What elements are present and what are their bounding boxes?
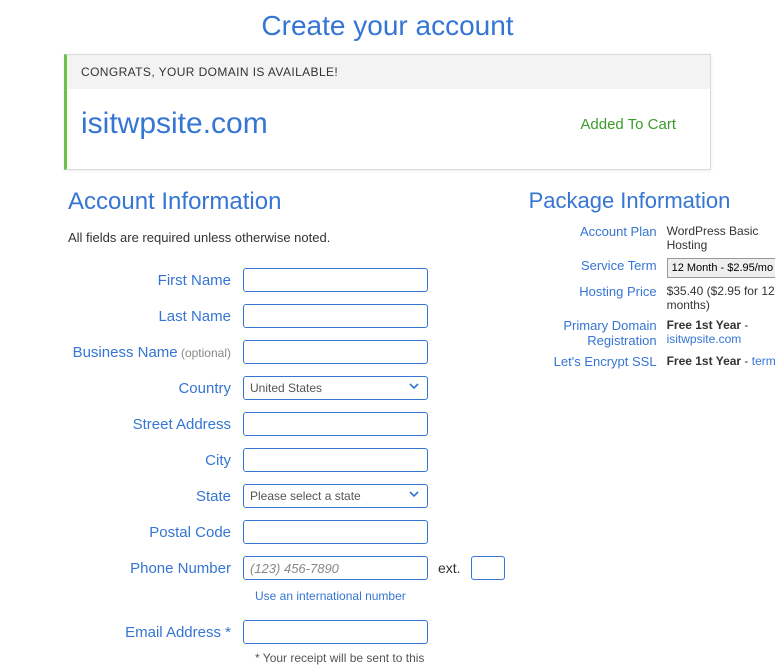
hosting-price-label: Hosting Price [529, 284, 667, 312]
street-label: Street Address [68, 416, 243, 433]
required-fields-note: All fields are required unless otherwise… [68, 230, 505, 245]
account-info-heading: Account Information [68, 188, 505, 216]
phone-label: Phone Number [68, 560, 243, 577]
service-term-select[interactable]: 12 Month - $2.95/mo [667, 258, 775, 278]
last-name-label: Last Name [68, 308, 243, 325]
country-label: Country [68, 380, 243, 397]
ext-label: ext. [438, 560, 461, 576]
city-input[interactable] [243, 448, 428, 472]
phone-input[interactable] [243, 556, 428, 580]
added-to-cart-badge: Added To Cart [580, 116, 696, 133]
ssl-value: Free 1st Year - terms [667, 354, 775, 369]
account-plan-value: WordPress Basic Hosting [667, 224, 775, 252]
ssl-terms-link[interactable]: terms [752, 354, 775, 368]
intl-phone-link[interactable]: Use an international number [255, 589, 406, 603]
hosting-price-value: $35.40 ($2.95 for 12 months) [667, 284, 775, 312]
state-label: State [68, 488, 243, 505]
first-name-input[interactable] [243, 268, 428, 292]
business-name-label: Business Name (optional) [68, 344, 243, 361]
primary-domain-link[interactable]: isitwpsite.com [667, 332, 742, 346]
street-input[interactable] [243, 412, 428, 436]
country-select[interactable]: United States [243, 376, 428, 400]
domain-congrats-banner: CONGRATS, YOUR DOMAIN IS AVAILABLE! [67, 55, 710, 89]
page-title: Create your account [6, 2, 769, 54]
service-term-label: Service Term [529, 258, 667, 278]
primary-domain-label: Primary Domain Registration [529, 318, 667, 348]
domain-availability-card: CONGRATS, YOUR DOMAIN IS AVAILABLE! isit… [64, 54, 711, 170]
account-plan-label: Account Plan [529, 224, 667, 252]
postal-input[interactable] [243, 520, 428, 544]
email-label: Email Address * [68, 624, 243, 641]
phone-ext-input[interactable] [471, 556, 505, 580]
domain-name-text: isitwpsite.com [81, 107, 268, 141]
ssl-label: Let's Encrypt SSL [529, 354, 667, 369]
email-receipt-note: * Your receipt will be sent to this [255, 651, 505, 665]
postal-label: Postal Code [68, 524, 243, 541]
business-name-input[interactable] [243, 340, 428, 364]
primary-domain-value: Free 1st Year - isitwpsite.com [667, 318, 775, 348]
first-name-label: First Name [68, 272, 243, 289]
city-label: City [68, 452, 243, 469]
state-select[interactable]: Please select a state [243, 484, 428, 508]
package-info-heading: Package Information [529, 188, 775, 214]
last-name-input[interactable] [243, 304, 428, 328]
